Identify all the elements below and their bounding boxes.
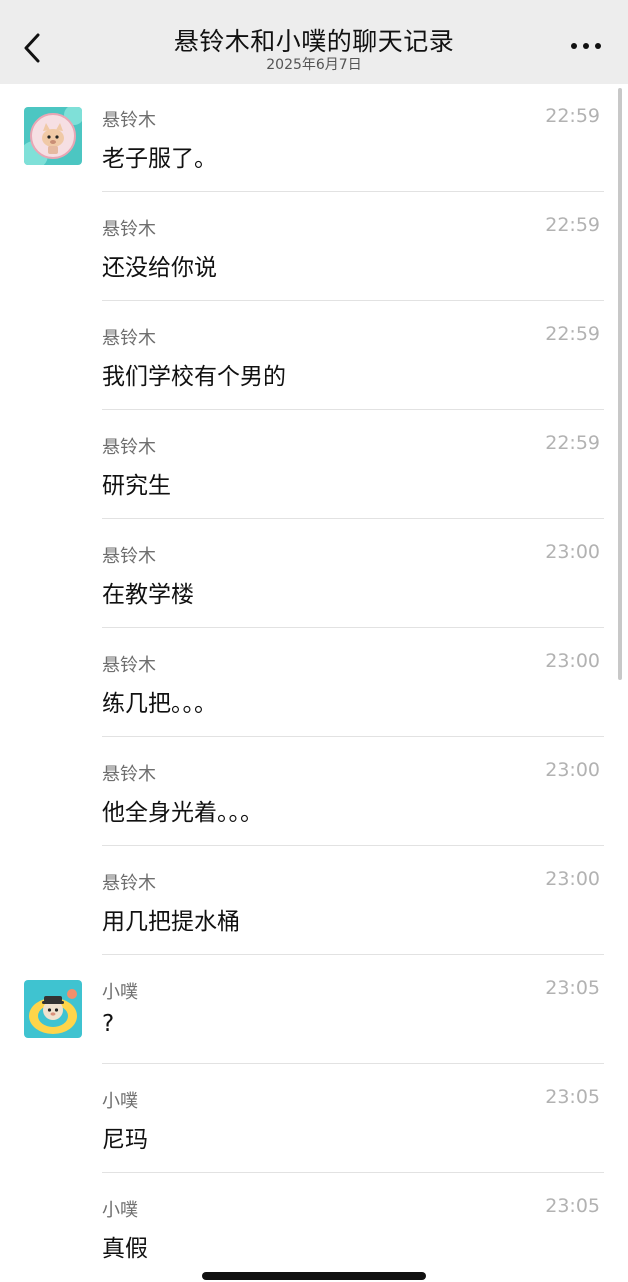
message-time: 23:05: [545, 977, 600, 999]
message-time: 22:59: [545, 432, 600, 454]
sender-name: 悬铃木: [102, 764, 156, 785]
message-time: 23:00: [545, 868, 600, 890]
message-time: 23:00: [545, 541, 600, 563]
home-indicator[interactable]: [202, 1272, 426, 1280]
sender-name: 小噗: [102, 1200, 138, 1221]
message-time: 22:59: [545, 323, 600, 345]
message-time: 23:05: [545, 1086, 600, 1108]
more-dots-icon: [571, 43, 601, 49]
message-row[interactable]: 小噗 23:05?: [0, 955, 628, 1064]
message-row[interactable]: 悬铃木 23:00 在教学楼: [0, 519, 628, 628]
message-row[interactable]: 悬铃木 23:00 练几把。。。: [0, 628, 628, 737]
message-row[interactable]: 悬铃木 23:00 他全身光着。。。: [0, 737, 628, 846]
message-row[interactable]: 悬铃木 22:59 研究生: [0, 410, 628, 519]
message-text: 练几把。。。: [102, 691, 217, 717]
message-text: 尼玛: [102, 1127, 148, 1153]
sender-name: 悬铃木: [102, 328, 156, 349]
message-text: 老子服了。: [102, 146, 217, 172]
message-row[interactable]: 悬铃木 22:59 我们学校有个男的: [0, 301, 628, 410]
message-row[interactable]: 悬铃木 22:59 还没给你说: [0, 192, 628, 301]
nav-header: 悬铃木和小噗的聊天记录 2025年6月7日: [0, 0, 628, 84]
page-title: 悬铃木和小噗的聊天记录: [173, 27, 455, 56]
sender-name: 悬铃木: [102, 110, 156, 131]
sender-name: 小噗: [102, 982, 138, 1003]
chat-date: 2025年6月7日: [266, 57, 362, 73]
message-time: 23:05: [545, 1195, 600, 1217]
message-text: 他全身光着。。。: [102, 800, 263, 826]
message-time: 23:00: [545, 759, 600, 781]
message-row[interactable]: 悬铃木 23:00 用几把提水桶: [0, 846, 628, 955]
sender-name: 悬铃木: [102, 437, 156, 458]
message-text: ?: [102, 1011, 115, 1037]
more-button[interactable]: [566, 36, 606, 56]
message-row[interactable]: 悬铃木 22:59 老子服了。: [0, 83, 628, 192]
message-text: 在教学楼: [102, 582, 194, 608]
message-text: 还没给你说: [102, 255, 217, 281]
message-text: 研究生: [102, 473, 171, 499]
sender-name: 悬铃木: [102, 873, 156, 894]
sender-name: 悬铃木: [102, 546, 156, 567]
message-text: 我们学校有个男的: [102, 364, 286, 390]
sender-name: 悬铃木: [102, 219, 156, 240]
message-row[interactable]: 小噗 23:05 真假: [0, 1173, 628, 1282]
message-time: 22:59: [545, 105, 600, 127]
message-row[interactable]: 小噗 23:05 尼玛: [0, 1064, 628, 1173]
message-time: 23:00: [545, 650, 600, 672]
sender-name: 小噗: [102, 1091, 138, 1112]
message-text: 真假: [102, 1236, 148, 1262]
message-time: 22:59: [545, 214, 600, 236]
sender-name: 悬铃木: [102, 655, 156, 676]
message-text: 用几把提水桶: [102, 909, 240, 935]
